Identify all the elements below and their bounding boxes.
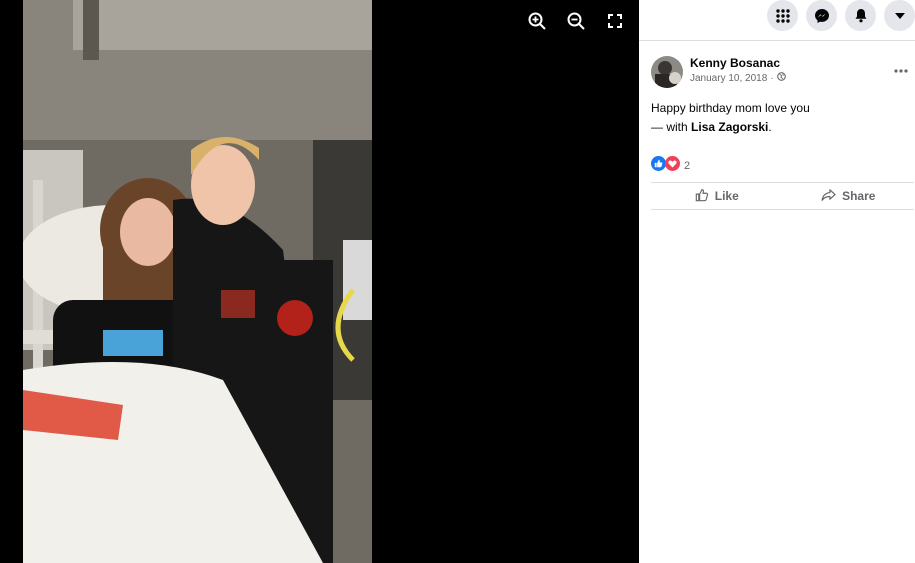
post-author[interactable]: Kenny Bosanac bbox=[690, 57, 786, 70]
post-date[interactable]: January 10, 2018 bbox=[690, 73, 767, 84]
viewer-controls bbox=[524, 8, 627, 33]
tagged-suffix: . bbox=[768, 120, 772, 134]
post-photo[interactable] bbox=[23, 0, 372, 563]
share-button[interactable]: Share bbox=[783, 183, 915, 209]
post-actions: Like Share bbox=[651, 182, 914, 210]
post-sidebar: Kenny Bosanac January 10, 2018 · Happy b… bbox=[639, 0, 915, 563]
reaction-count[interactable]: 2 bbox=[684, 160, 690, 172]
zoom-in-icon[interactable] bbox=[524, 8, 549, 33]
globe-icon bbox=[776, 72, 786, 84]
photo-viewer bbox=[0, 0, 639, 563]
love-icon bbox=[665, 156, 680, 176]
like-icon bbox=[651, 156, 666, 176]
share-arrow-icon bbox=[821, 188, 836, 205]
fullscreen-icon[interactable] bbox=[602, 8, 627, 33]
share-label: Share bbox=[842, 189, 876, 203]
post-meta: January 10, 2018 · bbox=[690, 72, 786, 84]
top-navigation-bar bbox=[639, 0, 915, 41]
notifications-icon[interactable] bbox=[845, 0, 876, 31]
post-message: Happy birthday mom love you bbox=[651, 101, 810, 115]
menu-grid-icon[interactable] bbox=[767, 0, 798, 31]
post-text: Happy birthday mom love you — with Lisa … bbox=[651, 99, 914, 137]
like-button[interactable]: Like bbox=[651, 183, 783, 209]
reactions-summary[interactable]: 2 bbox=[651, 156, 914, 176]
messenger-icon[interactable] bbox=[806, 0, 837, 31]
meta-separator: · bbox=[770, 72, 774, 84]
with-prefix: — with bbox=[651, 120, 688, 134]
avatar[interactable] bbox=[651, 56, 683, 88]
thumbs-up-icon bbox=[695, 188, 709, 205]
post-card: Kenny Bosanac January 10, 2018 · Happy b… bbox=[651, 56, 914, 210]
more-options-icon[interactable] bbox=[894, 60, 908, 78]
zoom-out-icon[interactable] bbox=[563, 8, 588, 33]
tagged-person-link[interactable]: Lisa Zagorski bbox=[691, 120, 768, 134]
like-label: Like bbox=[714, 189, 739, 203]
account-dropdown-icon[interactable] bbox=[884, 0, 915, 31]
post-header: Kenny Bosanac January 10, 2018 · bbox=[651, 56, 914, 88]
tagged-line: — with Lisa Zagorski. bbox=[651, 118, 914, 137]
